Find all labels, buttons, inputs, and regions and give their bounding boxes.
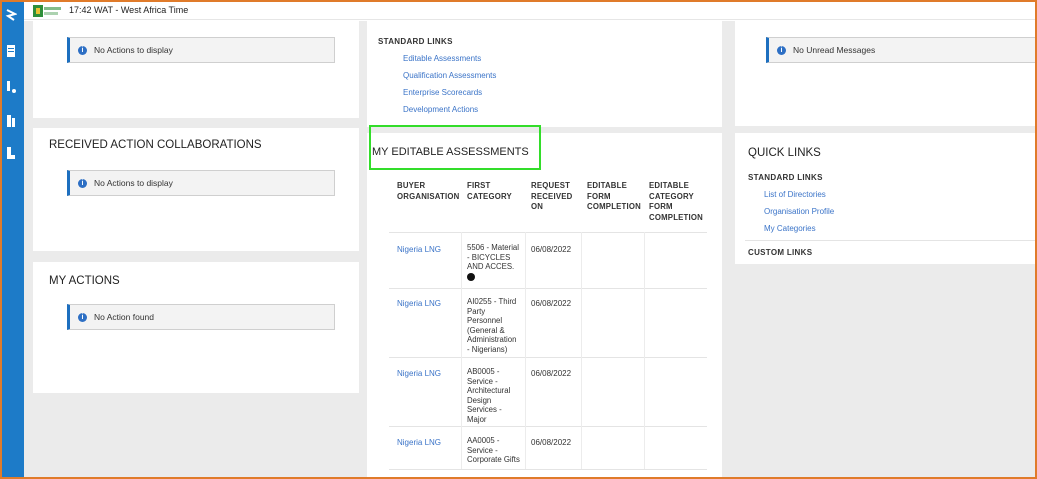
row-divider xyxy=(389,469,707,470)
dashboard-content: i No Actions to display RECEIVED ACTION … xyxy=(24,21,1037,477)
first-category-cell: AA0005 - Service - Corporate Gifts xyxy=(467,436,520,464)
my-actions-card: MY ACTIONS i No Action found xyxy=(33,262,359,393)
editable-assessments-card: MY EDITABLE ASSESSMENTS BUYER ORGANISATI… xyxy=(367,133,722,477)
link-organisation-profile[interactable]: Organisation Profile xyxy=(764,207,834,216)
my-actions-title: MY ACTIONS xyxy=(49,275,120,287)
category-info-badge-icon[interactable] xyxy=(467,272,475,281)
info-icon: i xyxy=(78,179,87,188)
messages-card: i No Unread Messages xyxy=(735,21,1037,126)
col-header-request-received-on[interactable]: REQUEST RECEIVED ON xyxy=(531,181,572,213)
left-nav-bar xyxy=(0,0,24,479)
quick-links-card: QUICK LINKS STANDARD LINKS List of Direc… xyxy=(735,133,1037,264)
buyer-organisation-link[interactable]: Nigeria LNG xyxy=(397,299,441,308)
menu-icon[interactable] xyxy=(5,8,17,22)
info-icon: i xyxy=(777,46,786,55)
no-unread-messages-box: i No Unread Messages xyxy=(766,37,1037,63)
row-divider xyxy=(389,426,707,427)
row-divider xyxy=(389,357,707,358)
first-category-cell: AI0255 - Third Party Personnel (General … xyxy=(467,297,517,354)
header-divider xyxy=(389,232,707,233)
link-editable-assessments[interactable]: Editable Assessments xyxy=(403,54,481,63)
column-separator xyxy=(525,232,526,469)
quick-standard-links-heading: STANDARD LINKS xyxy=(748,173,823,182)
quick-links-title: QUICK LINKS xyxy=(748,147,821,159)
col-header-buyer-organisation[interactable]: BUYER ORGANISATION xyxy=(397,181,459,202)
buyer-organisation-link[interactable]: Nigeria LNG xyxy=(397,245,441,254)
quick-links-divider xyxy=(745,240,1037,241)
column-separator xyxy=(581,232,582,469)
request-received-date: 06/08/2022 xyxy=(531,369,572,378)
empty-actions-message: i No Actions to display xyxy=(67,37,335,63)
buyer-organisation-link[interactable]: Nigeria LNG xyxy=(397,438,441,447)
col-header-editable-category-form-completion[interactable]: EDITABLE CATEGORY FORM COMPLETION xyxy=(649,181,703,223)
top-bar: 17:42 WAT - West Africa Time xyxy=(24,2,1037,20)
connections-icon[interactable] xyxy=(5,80,17,94)
document-icon[interactable] xyxy=(5,44,17,58)
empty-collaborations-message: i No Actions to display xyxy=(67,170,335,196)
received-collaborations-card: RECEIVED ACTION COLLABORATIONS i No Acti… xyxy=(33,128,359,251)
link-enterprise-scorecards[interactable]: Enterprise Scorecards xyxy=(403,88,482,97)
buyer-organisation-link[interactable]: Nigeria LNG xyxy=(397,369,441,378)
company-logo xyxy=(33,5,61,17)
actions-card: i No Actions to display xyxy=(33,21,359,118)
timezone-clock: 17:42 WAT - West Africa Time xyxy=(69,5,189,15)
col-header-editable-form-completion[interactable]: EDITABLE FORM COMPLETION xyxy=(587,181,641,213)
info-icon: i xyxy=(78,313,87,322)
info-icon: i xyxy=(78,46,87,55)
col-header-first-category[interactable]: FIRST CATEGORY xyxy=(467,181,512,202)
received-collaborations-title: RECEIVED ACTION COLLABORATIONS xyxy=(49,139,262,151)
row-divider xyxy=(389,288,707,289)
first-category-cell: AB0005 - Service - Architectural Design … xyxy=(467,367,511,424)
person-icon[interactable] xyxy=(5,146,17,160)
link-list-of-directories[interactable]: List of Directories xyxy=(764,190,826,199)
column-separator xyxy=(461,232,462,469)
custom-links-heading: CUSTOM LINKS xyxy=(748,248,813,257)
link-qualification-assessments[interactable]: Qualification Assessments xyxy=(403,71,496,80)
standard-links-heading: STANDARD LINKS xyxy=(378,37,453,46)
reports-icon[interactable] xyxy=(5,114,17,128)
empty-my-actions-message: i No Action found xyxy=(67,304,335,330)
request-received-date: 06/08/2022 xyxy=(531,245,572,254)
title-highlight-box xyxy=(369,125,541,170)
column-separator xyxy=(644,232,645,469)
link-my-categories[interactable]: My Categories xyxy=(764,224,816,233)
link-development-actions[interactable]: Development Actions xyxy=(403,105,478,114)
request-received-date: 06/08/2022 xyxy=(531,438,572,447)
first-category-cell: 5506 - Material - BICYCLES AND ACCES. xyxy=(467,243,523,283)
standard-links-card: STANDARD LINKS Editable Assessments Qual… xyxy=(367,21,722,127)
request-received-date: 06/08/2022 xyxy=(531,299,572,308)
